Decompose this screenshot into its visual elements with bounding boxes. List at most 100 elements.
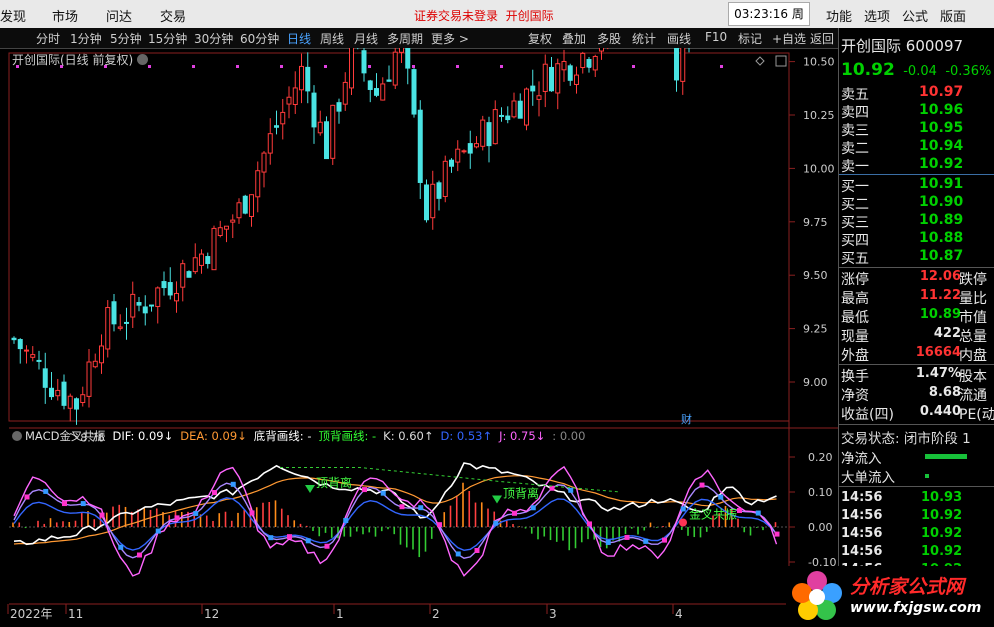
tab-daily[interactable]: 日线 <box>287 30 311 47</box>
stat-row: 现量 422 总量 <box>841 326 994 345</box>
bid-row[interactable]: 买三 10.89 <box>841 212 991 231</box>
menu-market[interactable]: 市场 <box>52 6 78 25</box>
ask-row[interactable]: 卖一 10.92 <box>841 156 991 175</box>
candle-body <box>411 69 417 115</box>
menu-function[interactable]: 功能 <box>826 6 852 25</box>
candle-body <box>530 85 536 92</box>
candle-body <box>274 125 279 128</box>
ask-row[interactable]: 卖四 10.96 <box>841 102 991 121</box>
stat-value: 16664 <box>915 345 961 360</box>
bid-price: 10.90 <box>919 194 964 210</box>
menu-wenda[interactable]: 问达 <box>106 6 132 25</box>
kline-chart[interactable]: 11.5011.2511.0010.7510.5010.2510.009.759… <box>0 48 838 624</box>
signal-block <box>230 481 236 487</box>
signal-block <box>474 547 480 553</box>
ask-row[interactable]: 卖三 10.95 <box>841 120 991 139</box>
macd-tick-label: 0.10 <box>808 486 833 499</box>
bid-label: 买三 <box>841 215 869 231</box>
bid-row[interactable]: 买二 10.90 <box>841 194 991 213</box>
candle-body <box>255 170 261 198</box>
macd-legend-item: MACD金叉共振 <box>25 429 106 443</box>
candle-body <box>555 63 561 94</box>
candle-body <box>424 184 429 221</box>
btn-restore-rights[interactable]: 复权 <box>528 30 552 47</box>
ask-row[interactable]: 卖二 10.94 <box>841 138 991 157</box>
golden-cross-icon <box>679 518 687 527</box>
menu-formula[interactable]: 公式 <box>902 6 928 25</box>
tab-weekly[interactable]: 周线 <box>320 30 344 47</box>
tab-30min[interactable]: 30分钟 <box>194 30 233 47</box>
macd-legend-item: DIF: 0.09↓ <box>112 429 174 443</box>
bid-label: 买四 <box>841 233 869 249</box>
xaxis-label: 3 <box>549 607 557 621</box>
stat2-value: 0.440 <box>919 404 961 419</box>
tab-more[interactable]: 更多 > <box>431 30 469 47</box>
tab-5min[interactable]: 5分钟 <box>110 30 142 47</box>
signal-block <box>193 510 199 516</box>
btn-draw[interactable]: 画线 <box>667 30 691 47</box>
signal-block <box>493 520 499 526</box>
candle-body <box>236 202 242 219</box>
stat2-row: 净资 8.68 流通 <box>841 385 994 404</box>
ask-label: 卖一 <box>841 159 869 175</box>
candle-body <box>280 111 286 125</box>
menu-trade[interactable]: 交易 <box>160 6 186 25</box>
ask-row[interactable]: 卖五 10.97 <box>841 84 991 103</box>
candle-body <box>211 227 217 271</box>
candle-body <box>574 74 579 85</box>
candle-body <box>49 387 54 398</box>
chart-settings-icon[interactable] <box>137 54 149 65</box>
stat-right-label: 市值 <box>959 310 987 326</box>
xaxis-label: 2 <box>432 607 440 621</box>
candle-body <box>117 326 123 329</box>
price-tick-label: 10.50 <box>803 56 835 69</box>
candle-body <box>367 80 373 90</box>
bid-row[interactable]: 买四 10.88 <box>841 230 991 249</box>
btn-mark[interactable]: 标记 <box>738 30 762 47</box>
tab-60min[interactable]: 60分钟 <box>240 30 279 47</box>
bid-row[interactable]: 买五 10.87 <box>841 248 991 267</box>
candle-body <box>436 182 442 199</box>
menu-discover[interactable]: 发现 <box>0 6 26 25</box>
tab-1min[interactable]: 1分钟 <box>70 30 102 47</box>
candle-body <box>74 398 79 410</box>
candle-body <box>399 48 404 53</box>
btn-f10[interactable]: F10 <box>705 30 727 44</box>
stat-value: 11.22 <box>919 288 961 303</box>
btn-statistics[interactable]: 统计 <box>632 30 656 47</box>
signal-block <box>718 494 724 500</box>
btn-overlay[interactable]: 叠加 <box>562 30 586 47</box>
tab-multi-period[interactable]: 多周期 <box>387 30 423 47</box>
stock-header: 开创国际 600097 <box>841 35 963 55</box>
tab-15min[interactable]: 15分钟 <box>148 30 187 47</box>
bid-row[interactable]: 买一 10.91 <box>841 176 991 195</box>
tick-time: 14:56 <box>841 544 883 559</box>
btn-add-watchlist[interactable]: +自选 <box>772 30 806 47</box>
candle-body <box>317 121 323 134</box>
tab-monthly[interactable]: 月线 <box>354 30 378 47</box>
candle-body <box>342 81 348 105</box>
candle-body <box>36 359 42 362</box>
candle-body <box>180 263 186 288</box>
tab-timeshare[interactable]: 分时 <box>36 30 60 47</box>
stat-right-label: 跌停 <box>959 272 987 288</box>
marker-dot <box>412 65 415 68</box>
candle-body <box>324 121 329 160</box>
ask-price: 10.97 <box>919 84 964 100</box>
stat-label: 涨停 <box>841 272 869 288</box>
candle-body <box>149 304 154 307</box>
flower-logo-icon <box>792 571 842 620</box>
menu-layout[interactable]: 版面 <box>940 6 966 25</box>
candle-body <box>505 115 511 121</box>
macd-settings-icon[interactable] <box>12 431 22 441</box>
btn-back[interactable]: 返回 <box>810 30 834 47</box>
bid-label: 买二 <box>841 197 869 213</box>
candle-body <box>430 183 436 219</box>
menu-options[interactable]: 选项 <box>864 6 890 25</box>
stat2-row: 换手 1.47% 股本 <box>841 366 994 385</box>
login-notice[interactable]: 证券交易未登录 开创国际 <box>414 7 554 24</box>
stat-right-label: 总量 <box>959 329 987 345</box>
tick-price: 10.92 <box>921 544 963 559</box>
btn-multi-stock[interactable]: 多股 <box>597 30 621 47</box>
watermark-logo: 分析家公式网 www.fxjgsw.com <box>786 566 994 624</box>
